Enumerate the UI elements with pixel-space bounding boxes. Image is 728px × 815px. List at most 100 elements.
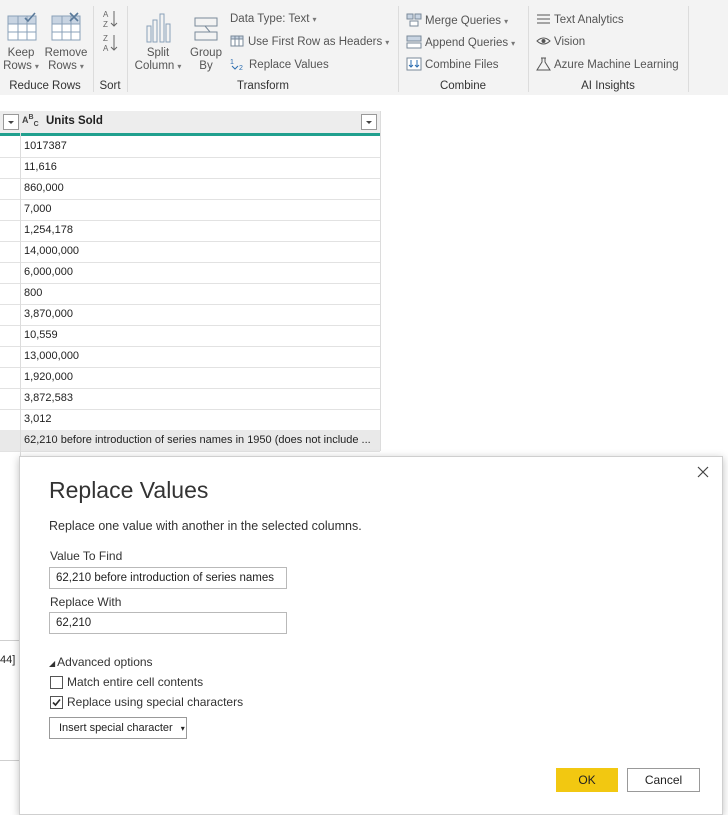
merge-queries-button[interactable]: Merge Queries ▾ [406, 13, 508, 27]
grid-divider [380, 111, 381, 451]
insert-special-character-button[interactable]: Insert special character ▾ [49, 717, 187, 739]
keep-rows-button[interactable]: Keep Rows ▾ [2, 8, 40, 76]
table-row[interactable]: 3,012 [0, 409, 380, 431]
table-row[interactable]: 1017387 [0, 136, 380, 158]
split-column-button[interactable]: Split Column ▾ [133, 8, 183, 76]
table-cell: 7,000 [24, 203, 52, 215]
group-by-button[interactable]: Group By [186, 8, 226, 76]
split-column-label-2: Column [134, 60, 175, 72]
dialog-description: Replace one value with another in the se… [49, 519, 362, 533]
vision-button[interactable]: Vision [536, 35, 585, 48]
table-cell: 3,870,000 [24, 308, 73, 320]
table-row[interactable]: 10,559 [0, 325, 380, 347]
azure-ml-label: Azure Machine Learning [554, 59, 679, 71]
column-filter-button[interactable] [361, 114, 377, 130]
ok-button[interactable]: OK [556, 768, 618, 792]
match-entire-cell-label: Match entire cell contents [67, 675, 204, 689]
column-header[interactable]: ABC Units Sold [0, 111, 380, 136]
replace-with-input[interactable]: 62,210 [49, 612, 287, 634]
column-header-label: Units Sold [46, 115, 103, 127]
split-column-icon [146, 13, 171, 43]
chevron-down-icon: ▾ [504, 17, 509, 26]
table-row[interactable]: 3,872,583 [0, 388, 380, 410]
sort-group-label: Sort [99, 80, 121, 92]
group-by-label-1: Group [190, 47, 222, 59]
replace-with-label: Replace With [50, 595, 122, 609]
svg-text:A: A [103, 10, 109, 19]
svg-text:Z: Z [103, 34, 108, 43]
table-row[interactable]: 1,920,000 [0, 367, 380, 389]
sort-ascending-button[interactable]: A Z [100, 8, 120, 30]
text-analytics-icon [537, 14, 550, 24]
match-entire-cell-checkbox[interactable] [50, 676, 63, 689]
replace-special-checkbox[interactable] [50, 696, 63, 709]
combine-files-label: Combine Files [425, 59, 499, 71]
column-type-icon[interactable]: ABC [22, 114, 39, 128]
keep-rows-label-2: Rows [3, 60, 32, 72]
text-analytics-button[interactable]: Text Analytics [536, 13, 624, 26]
combine-files-button[interactable]: Combine Files [406, 57, 499, 71]
data-type-button[interactable]: Data Type: Text ▾ [230, 13, 317, 25]
group-by-label-2: By [199, 60, 213, 72]
keep-rows-icon [7, 12, 37, 41]
table-cell: 3,872,583 [24, 392, 73, 404]
combine-files-icon [406, 57, 422, 71]
replace-values-button[interactable]: 1 2 Replace Values [230, 57, 329, 72]
data-type-label: Data Type: Text [230, 13, 310, 25]
table-cell: 14,000,000 [24, 245, 80, 257]
replace-values-icon: 1 2 [230, 59, 243, 72]
insert-special-character-label: Insert special character [59, 722, 173, 734]
table-row[interactable]: 6,000,000 [0, 262, 380, 284]
prev-column-filter-button[interactable] [3, 114, 19, 130]
chevron-down-icon: ▾ [177, 62, 182, 71]
replace-special-label: Replace using special characters [67, 695, 244, 709]
cancel-button[interactable]: Cancel [627, 768, 700, 792]
table-row[interactable]: 11,616 [0, 157, 380, 179]
merge-queries-label: Merge Queries [425, 15, 502, 27]
remove-rows-button[interactable]: Remove Rows ▾ [44, 8, 88, 76]
use-first-row-label: Use First Row as Headers [248, 36, 383, 48]
azure-ml-button[interactable]: Azure Machine Learning [536, 57, 679, 71]
table-header-icon [230, 35, 244, 47]
table-row[interactable]: 800 [0, 283, 380, 305]
reduce-rows-group-label: Reduce Rows [9, 80, 81, 92]
table-cell: 1,254,178 [24, 224, 73, 236]
chevron-down-icon [366, 121, 372, 124]
triangle-down-icon: ◢ [49, 659, 56, 668]
replace-values-label: Replace Values [249, 59, 329, 71]
chevron-down-icon: ▾ [385, 38, 390, 47]
split-column-label-1: Split [146, 47, 170, 59]
sort-descending-icon: Z A [103, 34, 118, 53]
row-fragment: 44] [0, 654, 16, 666]
sort-ascending-icon: A Z [103, 10, 118, 29]
chevron-down-icon: ▾ [180, 724, 185, 733]
advanced-options-toggle[interactable]: ◢ Advanced options [49, 655, 153, 669]
merge-queries-icon [406, 13, 422, 27]
table-row[interactable]: 62,210 before introduction of series nam… [0, 430, 380, 452]
use-first-row-as-headers-button[interactable]: Use First Row as Headers ▾ [230, 35, 389, 48]
chevron-down-icon [8, 121, 14, 124]
remove-rows-label-1: Remove [44, 47, 88, 59]
table-row[interactable]: 7,000 [0, 199, 380, 221]
svg-text:1: 1 [230, 59, 234, 66]
ribbon: Keep Rows ▾ Remove Rows ▾ Reduce Rows A Z … [0, 0, 728, 96]
value-to-find-input[interactable]: 62,210 before introduction of series nam… [49, 567, 287, 589]
append-queries-label: Append Queries [425, 37, 509, 49]
advanced-options-label: Advanced options [57, 655, 153, 669]
append-queries-button[interactable]: Append Queries ▾ [406, 35, 515, 49]
append-queries-icon [406, 35, 422, 49]
table-cell: 13,000,000 [24, 350, 80, 362]
text-analytics-label: Text Analytics [554, 14, 624, 26]
close-button[interactable] [694, 463, 712, 481]
table-cell: 3,012 [24, 413, 52, 425]
table-row[interactable]: 1,254,178 [0, 220, 380, 242]
table-row[interactable]: 14,000,000 [0, 241, 380, 263]
svg-text:Z: Z [103, 20, 108, 29]
sort-descending-button[interactable]: Z A [100, 32, 120, 54]
table-row[interactable]: 13,000,000 [0, 346, 380, 368]
table-row[interactable]: 3,870,000 [0, 304, 380, 326]
ai-insights-group-label: AI Insights [581, 80, 635, 92]
table-cell: 6,000,000 [24, 266, 73, 278]
svg-text:A: A [103, 44, 109, 53]
table-row[interactable]: 860,000 [0, 178, 380, 200]
